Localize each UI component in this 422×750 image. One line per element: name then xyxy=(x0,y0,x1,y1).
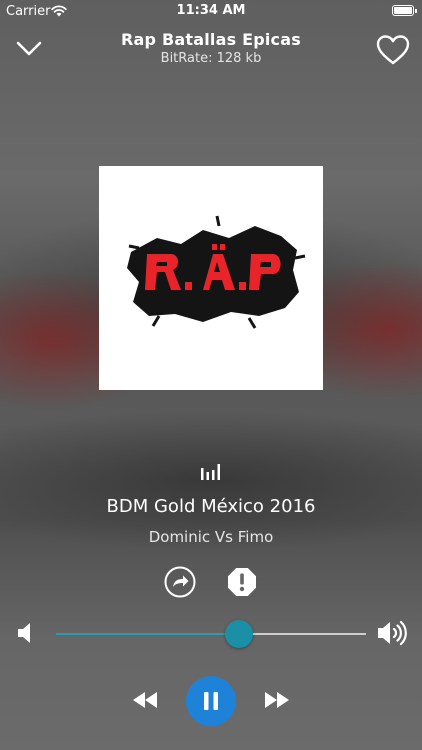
track-title: BDM Gold México 2016 xyxy=(106,496,316,517)
equalizer-icon xyxy=(201,464,220,480)
volume-slider[interactable] xyxy=(56,633,366,635)
volume-slider-thumb[interactable] xyxy=(224,620,253,648)
battery-icon xyxy=(392,5,417,16)
album-artwork xyxy=(99,166,323,390)
heart-icon[interactable] xyxy=(376,34,410,66)
status-bar: Carrier 11:34 AM xyxy=(0,0,422,22)
volume-high-icon[interactable] xyxy=(376,618,410,648)
status-time: 11:34 AM xyxy=(176,3,246,18)
volume-slider-fill xyxy=(56,633,239,635)
rap-logo xyxy=(127,215,306,329)
bitrate-label: BitRate: 128 kb xyxy=(160,51,262,66)
share-icon[interactable] xyxy=(164,566,196,598)
station-title: Rap Batallas Epicas xyxy=(121,30,301,49)
pause-icon xyxy=(204,692,218,710)
track-artist: Dominic Vs Fimo xyxy=(148,528,274,546)
rewind-icon[interactable] xyxy=(131,690,159,710)
pause-button[interactable] xyxy=(186,676,236,726)
fast-forward-icon[interactable] xyxy=(263,690,291,710)
report-icon[interactable] xyxy=(226,566,258,598)
volume-low-icon[interactable] xyxy=(16,620,36,646)
